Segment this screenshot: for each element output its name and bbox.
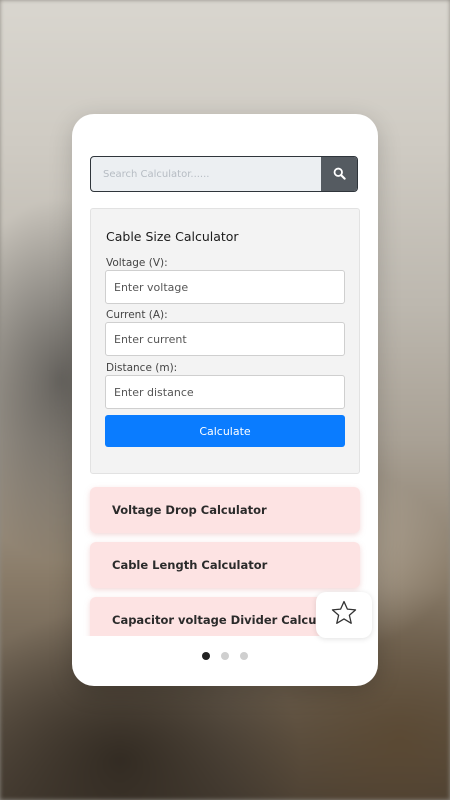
page-dot-2[interactable] xyxy=(221,652,229,660)
page-dot-3[interactable] xyxy=(240,652,248,660)
calculator-list: Voltage Drop Calculator Cable Length Cal… xyxy=(72,114,378,636)
list-item-label: Cable Length Calculator xyxy=(112,558,268,572)
star-outline-icon xyxy=(330,599,358,631)
page-dot-1[interactable] xyxy=(202,652,210,660)
list-item-label: Voltage Drop Calculator xyxy=(112,503,267,517)
favorite-button[interactable] xyxy=(316,592,372,638)
list-item-cable-length[interactable]: Cable Length Calculator xyxy=(90,542,360,588)
page-indicator xyxy=(72,652,378,660)
list-item-label: Capacitor voltage Divider Calculator xyxy=(112,613,348,627)
list-item-voltage-drop[interactable]: Voltage Drop Calculator xyxy=(90,487,360,533)
app-card: Cable Size Calculator Voltage (V): Curre… xyxy=(72,114,378,686)
